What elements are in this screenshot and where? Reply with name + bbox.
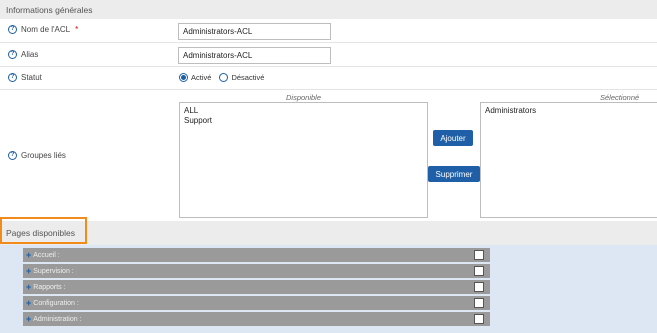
groups-label-cell: ? Groupes liés: [8, 151, 66, 160]
section-general-info: Informations générales: [0, 0, 657, 19]
tree-row-administration[interactable]: + Administration :: [23, 312, 490, 326]
tree-row-label: Administration :: [33, 315, 82, 323]
row-divider: [0, 89, 657, 90]
list-item[interactable]: Support: [184, 116, 423, 126]
tree-row-label: Configuration :: [33, 299, 79, 307]
groups-label: Groupes liés: [21, 151, 66, 160]
tree-row-label: Supervision :: [33, 267, 74, 275]
list-item[interactable]: Administrators: [485, 106, 653, 116]
status-inactive-radio[interactable]: [219, 73, 229, 82]
alias-input[interactable]: [178, 47, 331, 64]
page-checkbox[interactable]: [474, 282, 484, 292]
acl-name-input[interactable]: [178, 23, 331, 40]
expand-icon[interactable]: +: [26, 314, 31, 324]
acl-name-label: Nom de l'ACL: [21, 25, 71, 34]
expand-icon[interactable]: +: [26, 282, 31, 292]
add-group-button[interactable]: Ajouter: [433, 130, 473, 146]
required-marker: *: [75, 25, 79, 34]
available-column-title: Disponible: [286, 93, 322, 102]
page-checkbox[interactable]: [474, 266, 484, 276]
tree-row-label: Rapports :: [33, 283, 66, 291]
expand-icon[interactable]: +: [26, 298, 31, 308]
help-icon[interactable]: ?: [8, 151, 17, 160]
remove-group-button[interactable]: Supprimer: [428, 166, 480, 182]
tree-row-configuration[interactable]: + Configuration :: [23, 296, 490, 310]
status-label: Statut: [21, 73, 42, 82]
help-icon[interactable]: ?: [8, 25, 17, 34]
list-item[interactable]: ALL: [184, 106, 423, 116]
tree-row-accueil[interactable]: + Accueil :: [23, 248, 490, 262]
tree-row-label: Accueil :: [33, 251, 60, 259]
page-checkbox[interactable]: [474, 298, 484, 308]
status-inactive-label: Désactivé: [231, 73, 265, 82]
expand-icon[interactable]: +: [26, 266, 31, 276]
row-divider: [0, 66, 657, 67]
tree-row-supervision[interactable]: + Supervision :: [23, 264, 490, 278]
expand-icon[interactable]: +: [26, 250, 31, 260]
acl-name-label-cell: ? Nom de l'ACL *: [8, 25, 78, 34]
row-divider: [0, 42, 657, 43]
status-active-radio[interactable]: [179, 73, 188, 82]
selected-groups-list[interactable]: Administrators: [480, 102, 657, 218]
status-active-label: Activé: [191, 73, 212, 82]
alias-label: Alias: [21, 50, 39, 59]
help-icon[interactable]: ?: [8, 50, 17, 59]
tree-row-rapports[interactable]: + Rapports :: [23, 280, 490, 294]
alias-label-cell: ? Alias: [8, 50, 38, 59]
help-icon[interactable]: ?: [8, 73, 17, 82]
status-label-cell: ? Statut: [8, 73, 42, 82]
section-general-title: Informations générales: [6, 4, 93, 15]
section-pages-available: Pages disponibles: [0, 221, 657, 245]
page-checkbox[interactable]: [474, 314, 484, 324]
status-radio-group: Activé Désactivé: [179, 73, 264, 82]
available-groups-list[interactable]: ALL Support: [179, 102, 428, 218]
highlight-frame: [0, 217, 87, 244]
page-checkbox[interactable]: [474, 250, 484, 260]
selected-column-title: Sélectionné: [600, 93, 640, 102]
